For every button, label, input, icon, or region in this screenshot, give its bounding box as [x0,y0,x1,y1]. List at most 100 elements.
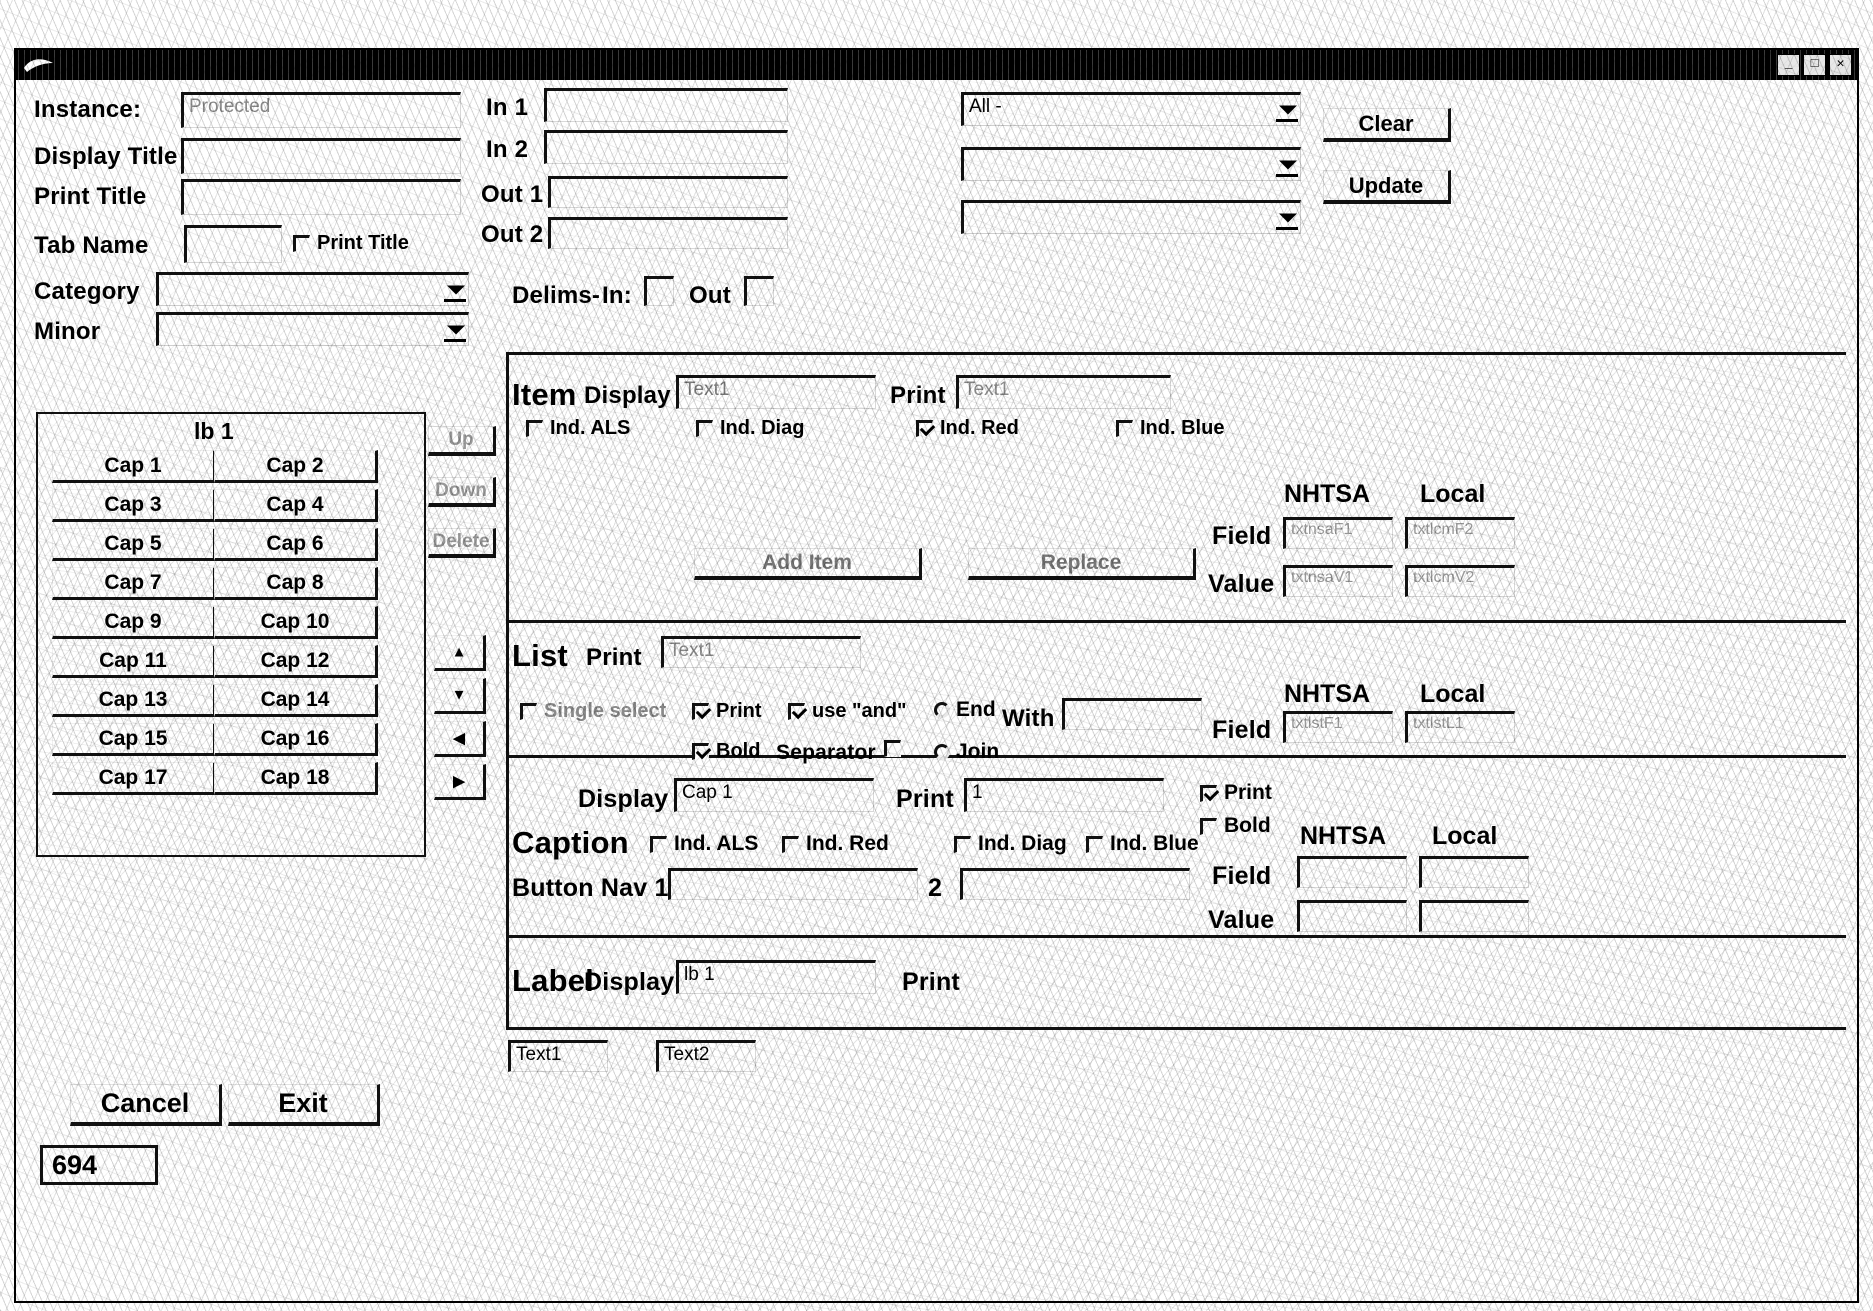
caption-bold-checkbox[interactable]: Bold [1200,814,1271,838]
replace-button[interactable]: Replace [968,548,1196,580]
item-ind-als-checkbox[interactable]: Ind. ALS [526,417,630,440]
bottom-text2-field[interactable]: Text2 [656,1040,756,1072]
update-button[interactable]: Update [1323,170,1451,204]
checkbox-box[interactable] [520,703,537,720]
window-controls[interactable]: _ □ ✕ [1777,54,1852,76]
list-field-local[interactable]: txtlstL1 [1405,711,1515,743]
checkbox-box[interactable] [1116,420,1133,437]
checkbox-box[interactable] [692,703,709,720]
caption-button-1[interactable]: Cap 1 [52,450,216,483]
caption-button-16[interactable]: Cap 16 [214,723,378,756]
radio-circle[interactable] [934,702,950,718]
caption-ind-als-checkbox[interactable]: Ind. ALS [650,832,758,856]
caption-ind-diag-checkbox[interactable]: Ind. Diag [954,832,1067,856]
chevron-down-icon[interactable] [1279,213,1297,223]
button-nav-2-field[interactable] [960,868,1190,900]
move-up-arrow-button[interactable]: ▲ [434,635,486,671]
item-ind-diag-checkbox[interactable]: Ind. Diag [696,417,804,440]
caption-print-checkbox[interactable]: Print [1200,781,1272,805]
delims-out-field[interactable] [744,276,774,306]
caption-button-13[interactable]: Cap 13 [52,684,216,717]
close-button[interactable]: ✕ [1829,54,1852,76]
display-title-field[interactable] [181,138,461,174]
list-print-field[interactable]: Text1 [661,636,861,668]
checkbox-box[interactable] [293,235,310,252]
item-display-field[interactable]: Text1 [676,375,876,409]
caption-button-15[interactable]: Cap 15 [52,723,216,756]
radio-circle[interactable] [934,744,950,760]
minor-combo[interactable] [156,312,469,346]
list-single-select-checkbox[interactable]: Single select [520,700,666,723]
in2-field[interactable] [544,130,788,164]
list-field-nhtsa[interactable]: txtlstF1 [1283,711,1393,743]
cancel-button[interactable]: Cancel [70,1084,222,1126]
move-left-arrow-button[interactable]: ◀ [434,721,486,757]
item-field-local[interactable]: txtlcmF2 [1405,517,1515,549]
list-bold-checkbox[interactable]: Bold [692,740,760,763]
caption-print-field[interactable]: 1 [964,778,1164,812]
caption-button-11[interactable]: Cap 11 [52,645,216,678]
caption-field-local[interactable] [1419,856,1529,888]
in1-field[interactable] [544,88,788,122]
category-combo[interactable] [156,272,469,306]
checkbox-box[interactable] [954,835,971,853]
caption-ind-blue-checkbox[interactable]: Ind. Blue [1086,832,1199,856]
caption-button-14[interactable]: Cap 14 [214,684,378,717]
filter-combo-2[interactable] [961,147,1301,181]
maximize-button[interactable]: □ [1803,54,1826,76]
checkbox-box[interactable] [1086,835,1103,853]
caption-display-field[interactable]: Cap 1 [674,778,874,812]
chevron-down-icon[interactable] [447,285,465,295]
caption-button-7[interactable]: Cap 7 [52,567,216,600]
checkbox-box[interactable] [526,420,543,437]
caption-button-4[interactable]: Cap 4 [214,489,378,522]
list-separator-checkbox[interactable] [884,740,908,757]
chevron-down-icon[interactable] [447,325,465,335]
caption-button-2[interactable]: Cap 2 [214,450,378,483]
checkbox-box[interactable] [916,420,933,437]
caption-field-nhtsa[interactable] [1297,856,1407,888]
item-value-nhtsa[interactable]: txtnsaV1 [1283,565,1393,597]
checkbox-box[interactable] [692,743,709,760]
item-field-nhtsa[interactable]: txtnsaF1 [1283,517,1393,549]
caption-ind-red-checkbox[interactable]: Ind. Red [782,832,889,856]
checkbox-box[interactable] [696,420,713,437]
delete-button[interactable]: Delete [428,528,496,558]
up-button[interactable]: Up [428,426,496,456]
checkbox-box[interactable] [1200,817,1217,835]
item-value-local[interactable]: txtlcmV2 [1405,565,1515,597]
move-down-arrow-button[interactable]: ▼ [434,678,486,714]
list-print-checkbox[interactable]: Print [692,700,762,723]
list-end-radio[interactable]: End [934,698,996,722]
caption-button-9[interactable]: Cap 9 [52,606,216,639]
instance-field[interactable]: Protected [181,92,461,128]
filter-combo-3[interactable] [961,200,1301,234]
item-ind-red-checkbox[interactable]: Ind. Red [916,417,1019,440]
item-ind-blue-checkbox[interactable]: Ind. Blue [1116,417,1224,440]
caption-button-17[interactable]: Cap 17 [52,762,216,795]
down-button[interactable]: Down [428,477,496,507]
print-title-checkbox[interactable]: Print Title [293,232,409,255]
bottom-text1-field[interactable]: Text1 [508,1040,608,1072]
checkbox-box[interactable] [650,835,667,853]
list-use-and-checkbox[interactable]: use "and" [788,700,907,723]
chevron-down-icon[interactable] [1279,105,1297,115]
tab-name-field[interactable] [184,225,282,263]
list-with-field[interactable] [1062,698,1202,730]
item-print-field[interactable]: Text1 [956,375,1171,409]
label-display-field[interactable]: lb 1 [676,960,876,994]
checkbox-box[interactable] [788,703,805,720]
caption-button-12[interactable]: Cap 12 [214,645,378,678]
caption-button-3[interactable]: Cap 3 [52,489,216,522]
checkbox-box[interactable] [884,740,901,757]
checkbox-box[interactable] [1200,784,1217,802]
list-join-radio[interactable]: Join [934,740,999,764]
button-nav-1-field[interactable] [668,868,918,900]
filter-combo-1[interactable]: All - [961,92,1301,126]
out2-field[interactable] [548,217,788,249]
move-right-arrow-button[interactable]: ▶ [434,764,486,800]
checkbox-box[interactable] [782,835,799,853]
caption-value-nhtsa[interactable] [1297,900,1407,932]
exit-button[interactable]: Exit [228,1084,380,1126]
caption-value-local[interactable] [1419,900,1529,932]
